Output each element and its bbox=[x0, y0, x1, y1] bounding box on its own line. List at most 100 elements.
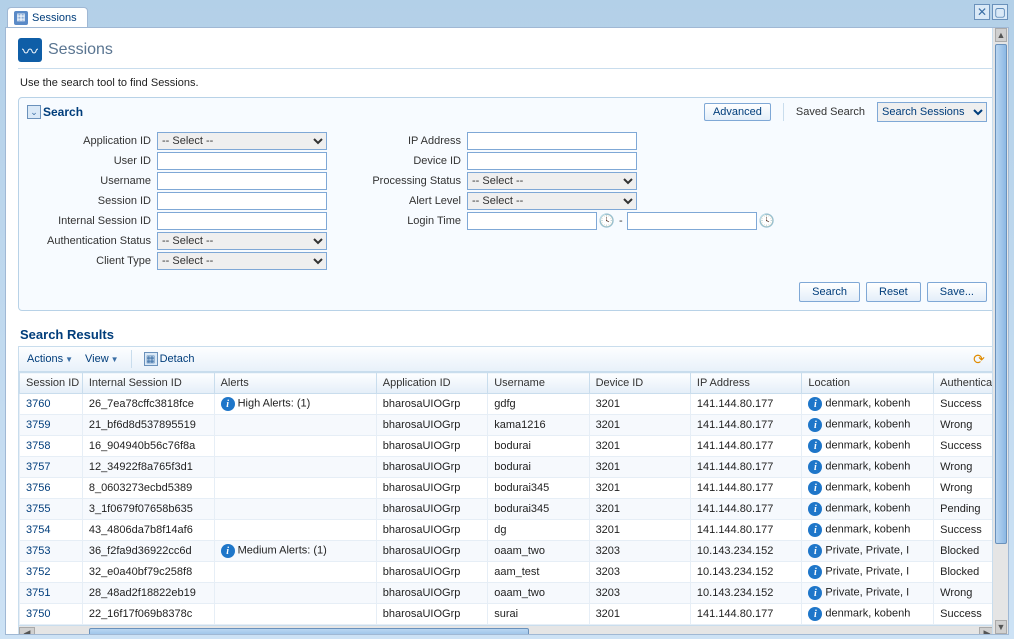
client-type-label: Client Type bbox=[27, 255, 157, 267]
saved-search-select[interactable]: Search Sessions bbox=[877, 102, 987, 122]
calendar-to-icon[interactable]: 🕓 bbox=[759, 213, 775, 229]
table-row[interactable]: 37553_1f0679f07658b635bharosaUIOGrpbodur… bbox=[20, 499, 995, 520]
scroll-up-arrow-icon[interactable]: ▲ bbox=[995, 28, 1007, 42]
table-row[interactable]: 375443_4806da7b8f14af6bharosaUIOGrpdg320… bbox=[20, 520, 995, 541]
info-icon: i bbox=[808, 607, 822, 621]
column-header[interactable]: Alerts bbox=[214, 373, 376, 394]
column-header[interactable]: Username bbox=[488, 373, 589, 394]
saved-search-label: Saved Search bbox=[796, 106, 865, 118]
content-scroll-thumb[interactable] bbox=[995, 44, 1007, 544]
info-icon: i bbox=[808, 418, 822, 432]
session-id-cell[interactable]: 3755 bbox=[20, 499, 83, 520]
actions-menu[interactable]: Actions▼ bbox=[27, 353, 73, 365]
ip-address-input[interactable] bbox=[467, 132, 637, 150]
table-row[interactable]: 376026_7ea78cffc3818fceiHigh Alerts: (1)… bbox=[20, 394, 995, 415]
username-cell: kama1216 bbox=[488, 415, 589, 436]
results-toolbar: Actions▼ View▼ ▦ Detach ⟳ bbox=[18, 346, 996, 371]
auth-status-cell: Success bbox=[934, 520, 995, 541]
client-type-select[interactable]: -- Select -- bbox=[157, 252, 327, 270]
auth-status-cell: Success bbox=[934, 436, 995, 457]
maximize-window-icon[interactable]: ▢ bbox=[992, 4, 1008, 20]
scroll-left-arrow-icon[interactable]: ◀ bbox=[19, 627, 35, 636]
tab-sessions[interactable]: ▦ Sessions bbox=[7, 7, 88, 27]
info-icon: i bbox=[808, 502, 822, 516]
location-cell: iPrivate, Private, I bbox=[802, 541, 934, 562]
auth-status-select[interactable]: -- Select -- bbox=[157, 232, 327, 250]
search-button[interactable]: Search bbox=[799, 282, 860, 302]
device-id-cell: 3201 bbox=[589, 478, 690, 499]
auth-status-cell: Wrong bbox=[934, 583, 995, 604]
username-cell: oaam_two bbox=[488, 583, 589, 604]
session-id-cell[interactable]: 3753 bbox=[20, 541, 83, 562]
internal-session-id-input[interactable] bbox=[157, 212, 327, 230]
session-id-cell[interactable]: 3751 bbox=[20, 583, 83, 604]
scroll-thumb[interactable] bbox=[89, 628, 529, 636]
session-id-cell[interactable]: 3750 bbox=[20, 604, 83, 625]
column-header[interactable]: Location bbox=[802, 373, 934, 394]
username-cell: gdfg bbox=[488, 394, 589, 415]
device-id-cell: 3201 bbox=[589, 499, 690, 520]
session-id-cell[interactable]: 3758 bbox=[20, 436, 83, 457]
alerts-cell bbox=[214, 415, 376, 436]
content-vertical-scrollbar[interactable]: ▲ ▼ bbox=[992, 28, 1008, 634]
username-input[interactable] bbox=[157, 172, 327, 190]
application-id-cell: bharosaUIOGrp bbox=[376, 499, 487, 520]
info-icon: i bbox=[221, 397, 235, 411]
session-id-input[interactable] bbox=[157, 192, 327, 210]
session-id-cell[interactable]: 3759 bbox=[20, 415, 83, 436]
login-time-to-input[interactable] bbox=[627, 212, 757, 230]
session-id-cell[interactable]: 3760 bbox=[20, 394, 83, 415]
save-button[interactable]: Save... bbox=[927, 282, 987, 302]
application-id-label: Application ID bbox=[27, 135, 157, 147]
calendar-from-icon[interactable]: 🕓 bbox=[599, 213, 615, 229]
column-header[interactable]: Application ID bbox=[376, 373, 487, 394]
reset-button[interactable]: Reset bbox=[866, 282, 921, 302]
table-row[interactable]: 375712_34922f8a765f3d1bharosaUIOGrpbodur… bbox=[20, 457, 995, 478]
session-id-cell[interactable]: 3752 bbox=[20, 562, 83, 583]
search-panel: ⌄ Search Advanced Saved Search Search Se… bbox=[18, 97, 996, 311]
application-id-select[interactable]: -- Select -- bbox=[157, 132, 327, 150]
processing-status-select[interactable]: -- Select -- bbox=[467, 172, 637, 190]
scroll-down-arrow-icon[interactable]: ▼ bbox=[995, 620, 1007, 634]
location-cell: idenmark, kobenh bbox=[802, 520, 934, 541]
login-time-from-input[interactable] bbox=[467, 212, 597, 230]
table-row[interactable]: 37568_0603273ecbd5389bharosaUIOGrpbodura… bbox=[20, 478, 995, 499]
column-header[interactable]: Device ID bbox=[589, 373, 690, 394]
session-id-cell[interactable]: 3754 bbox=[20, 520, 83, 541]
session-id-cell[interactable]: 3757 bbox=[20, 457, 83, 478]
table-row[interactable]: 375232_e0a40bf79c258f8bharosaUIOGrpaam_t… bbox=[20, 562, 995, 583]
column-header[interactable]: IP Address bbox=[690, 373, 801, 394]
auth-status-cell: Wrong bbox=[934, 457, 995, 478]
alert-level-select[interactable]: -- Select -- bbox=[467, 192, 637, 210]
alerts-cell bbox=[214, 457, 376, 478]
ip-address-cell: 10.143.234.152 bbox=[690, 562, 801, 583]
user-id-input[interactable] bbox=[157, 152, 327, 170]
table-row[interactable]: 375022_16f17f069b8378cbharosaUIOGrpsurai… bbox=[20, 604, 995, 625]
close-window-icon[interactable]: ✕ bbox=[974, 4, 990, 20]
column-header[interactable]: Authentication Status bbox=[934, 373, 995, 394]
sessions-page-icon: 〰 bbox=[18, 38, 42, 62]
alerts-cell: iMedium Alerts: (1) bbox=[214, 541, 376, 562]
table-row[interactable]: 375921_bf6d8d537895519bharosaUIOGrpkama1… bbox=[20, 415, 995, 436]
auth-status-cell: Blocked bbox=[934, 562, 995, 583]
table-row[interactable]: 375816_904940b56c76f8abharosaUIOGrpbodur… bbox=[20, 436, 995, 457]
advanced-button[interactable]: Advanced bbox=[704, 103, 771, 121]
table-row[interactable]: 375128_48ad2f18822eb19bharosaUIOGrpoaam_… bbox=[20, 583, 995, 604]
view-menu[interactable]: View▼ bbox=[85, 353, 119, 365]
device-id-cell: 3201 bbox=[589, 457, 690, 478]
chevron-down-icon: ▼ bbox=[111, 355, 119, 364]
refresh-icon[interactable]: ⟳ bbox=[971, 351, 987, 367]
column-header[interactable]: Internal Session ID bbox=[82, 373, 214, 394]
collapse-search-icon[interactable]: ⌄ bbox=[27, 105, 41, 119]
horizontal-scrollbar[interactable]: ◀ ▶ bbox=[18, 626, 996, 635]
table-row[interactable]: 375336_f2fa9d36922cc6diMedium Alerts: (1… bbox=[20, 541, 995, 562]
ip-address-cell: 141.144.80.177 bbox=[690, 604, 801, 625]
sessions-tab-icon: ▦ bbox=[14, 11, 28, 25]
detach-button[interactable]: ▦ Detach bbox=[144, 352, 195, 366]
session-id-cell[interactable]: 3756 bbox=[20, 478, 83, 499]
location-cell: idenmark, kobenh bbox=[802, 499, 934, 520]
device-id-input[interactable] bbox=[467, 152, 637, 170]
column-header[interactable]: Session ID bbox=[20, 373, 83, 394]
application-id-cell: bharosaUIOGrp bbox=[376, 478, 487, 499]
auth-status-cell: Wrong bbox=[934, 478, 995, 499]
